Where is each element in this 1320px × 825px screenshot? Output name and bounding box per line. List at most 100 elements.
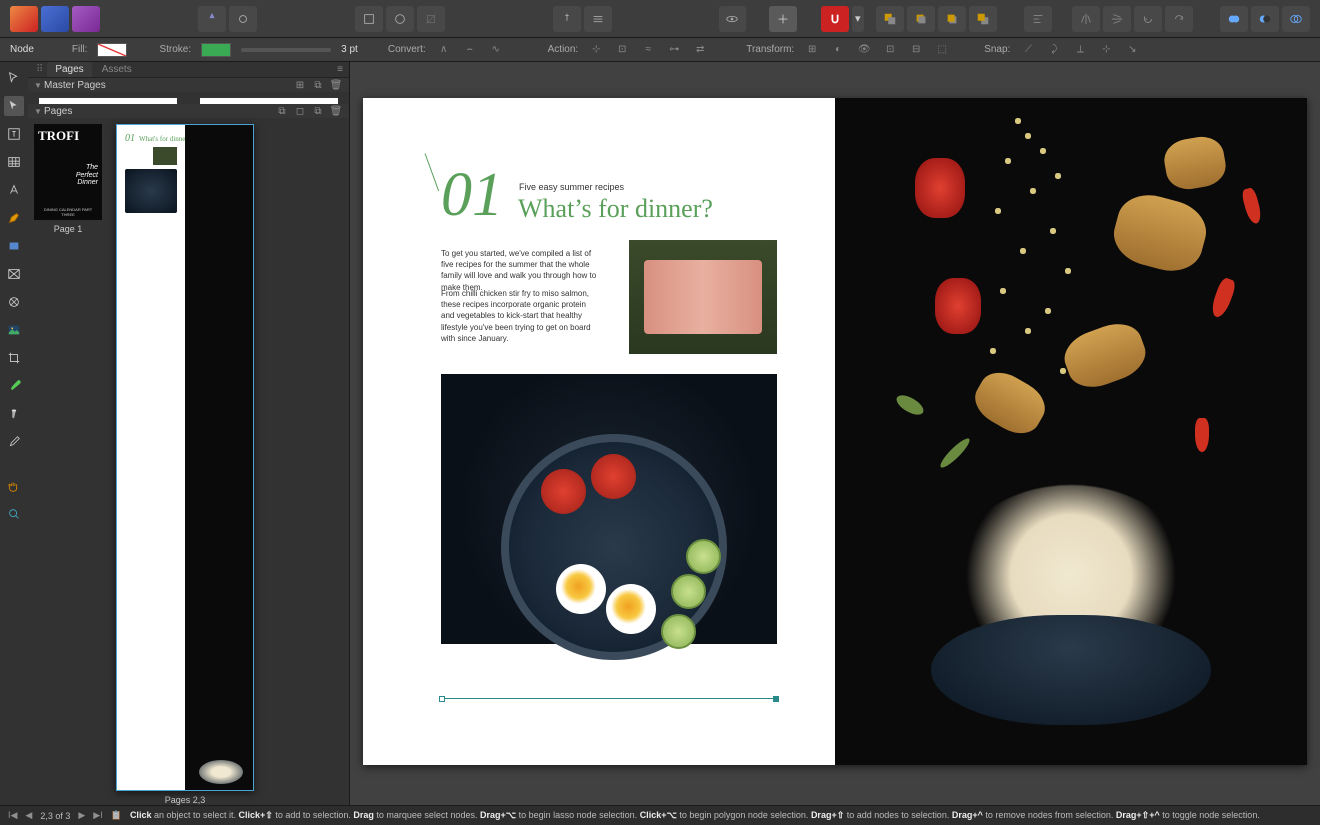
spread-facing-icon[interactable]: ⧉ [275,104,289,118]
snapping-icon[interactable] [769,6,797,32]
node-tool-icon[interactable] [4,96,24,116]
snap-5-icon[interactable]: ↘ [1124,42,1140,58]
image-frame-tool-icon[interactable] [4,264,24,284]
page-thumbnail-23[interactable]: 01 What's for dinner? Pages 2,3 [116,124,254,805]
next-page-icon[interactable]: ▶ [78,810,85,821]
snap-4-icon[interactable]: ⊹ [1098,42,1114,58]
spread-pages-2-3[interactable]: 01 Five easy summer recipes What’s for d… [363,98,1307,765]
persona-designer-icon[interactable] [10,6,38,32]
flip-v-icon[interactable] [1103,6,1131,32]
transform-5-icon[interactable]: ⊟ [908,42,924,58]
zoom-tool-icon[interactable] [4,504,24,524]
action-close-icon[interactable]: ⊡ [614,42,630,58]
delete-page-icon[interactable]: 🗑 [329,104,343,118]
last-page-icon[interactable]: ▶I [93,810,102,821]
snap-1-icon[interactable]: ⟋ [1020,42,1036,58]
stroke-swatch[interactable] [201,43,231,57]
preview-mode-icon[interactable] [719,6,746,32]
flip-h-icon[interactable] [1072,6,1100,32]
assets-tab[interactable]: Assets [94,62,140,77]
fill-tool-icon[interactable] [4,404,24,424]
eyedropper-tool-icon[interactable] [4,432,24,452]
table-tool-icon[interactable] [4,152,24,172]
text-frame-tool-icon[interactable] [4,124,24,144]
arrange-front-icon[interactable] [969,6,997,32]
preflight-icon[interactable]: 📋 [111,810,122,821]
snap-options-dropdown[interactable]: ▾ [852,6,864,32]
add-page-icon[interactable]: ◻ [293,104,307,118]
transform-6-icon[interactable]: ⬚ [934,42,950,58]
panel-menu-icon[interactable]: ≡ [337,64,343,75]
transform-3-icon[interactable]: 👁 [856,42,872,58]
pages-tab[interactable]: Pages [47,62,91,77]
artistic-text-tool-icon[interactable] [4,180,24,200]
master-collapse-icon[interactable]: ▼ [34,81,44,90]
page-2[interactable]: 01 Five easy summer recipes What’s for d… [363,98,835,765]
rotate-cw-icon[interactable] [1165,6,1193,32]
crop-tool-icon[interactable] [4,348,24,368]
master-item-a[interactable]: Master A [34,98,182,104]
page-thumbnail-1[interactable]: TROFI The Perfect Dinner DINING CALENDAR… [34,124,102,805]
transform-2-icon[interactable]: ◐ [830,42,846,58]
arrange-forward-icon[interactable] [938,6,966,32]
action-smooth-icon[interactable]: ≈ [640,42,656,58]
image-salmon[interactable] [629,240,777,354]
wrap-outline-icon[interactable] [386,6,414,32]
action-reverse-icon[interactable]: ⇄ [692,42,708,58]
first-page-icon[interactable]: I◀ [8,810,17,821]
body-para-2[interactable]: From chilli chicken stir fry to miso sal… [441,288,601,344]
arrange-back-icon[interactable] [876,6,904,32]
document-canvas[interactable]: 01 Five easy summer recipes What’s for d… [350,62,1320,805]
arrange-backward-icon[interactable] [907,6,935,32]
stroke-width-value[interactable]: 3 pt [341,44,358,55]
stroke-width-slider[interactable] [241,48,331,52]
toolbar-btn-a2[interactable] [229,6,257,32]
pin-icon[interactable] [553,6,581,32]
node-handle-start[interactable] [439,696,445,702]
delete-master-icon[interactable]: 🗑 [329,78,343,92]
header-rule [425,153,440,191]
node-handle-end[interactable] [773,696,779,702]
rectangle-tool-icon[interactable] [4,236,24,256]
body-para-1[interactable]: To get you started, we've compiled a lis… [441,248,601,293]
ellipse-frame-tool-icon[interactable] [4,292,24,312]
snap-toggle-icon[interactable] [821,6,849,32]
boolean-sub-icon[interactable] [1251,6,1279,32]
pen-tool-icon[interactable] [4,208,24,228]
duplicate-page-icon[interactable]: ⧉ [311,104,325,118]
place-image-tool-icon[interactable] [4,320,24,340]
pages-collapse-icon[interactable]: ▼ [34,107,44,116]
baseline-grid-icon[interactable] [584,6,612,32]
brush-tool-icon[interactable] [4,376,24,396]
boolean-add-icon[interactable] [1220,6,1248,32]
fill-swatch[interactable] [97,43,127,57]
align-left-icon[interactable] [1024,6,1052,32]
pan-tool-icon[interactable] [4,476,24,496]
image-eggs-bowl[interactable] [441,374,777,644]
boolean-int-icon[interactable] [1282,6,1310,32]
snap-2-icon[interactable]: ⤸ [1046,42,1062,58]
action-break-icon[interactable]: ⊹ [588,42,604,58]
rotate-ccw-icon[interactable] [1134,6,1162,32]
prev-page-icon[interactable]: ◀ [25,810,32,821]
move-tool-icon[interactable] [4,68,24,88]
article-title[interactable]: What’s for dinner? [518,194,713,224]
article-number[interactable]: 01 [441,160,503,231]
toolbar-btn-a1[interactable] [198,6,226,32]
article-subtitle[interactable]: Five easy summer recipes [519,182,624,192]
transform-1-icon[interactable]: ⊞ [804,42,820,58]
persona-photo-icon[interactable] [41,6,69,32]
add-master-icon[interactable]: ⊞ [293,78,307,92]
action-join-icon[interactable]: ⊶ [666,42,682,58]
convert-smooth-icon[interactable]: ⌢ [462,42,478,58]
persona-publisher-icon[interactable] [72,6,100,32]
page-3[interactable] [835,98,1307,765]
transform-4-icon[interactable]: ⊡ [882,42,898,58]
duplicate-master-icon[interactable]: ⧉ [311,78,325,92]
convert-smart-icon[interactable]: ∿ [488,42,504,58]
wrap-none-icon[interactable] [417,6,445,32]
selected-path[interactable] [441,698,777,699]
wrap-settings-icon[interactable] [355,6,383,32]
convert-sharp-icon[interactable]: ∧ [436,42,452,58]
snap-3-icon[interactable]: ⟂ [1072,42,1088,58]
